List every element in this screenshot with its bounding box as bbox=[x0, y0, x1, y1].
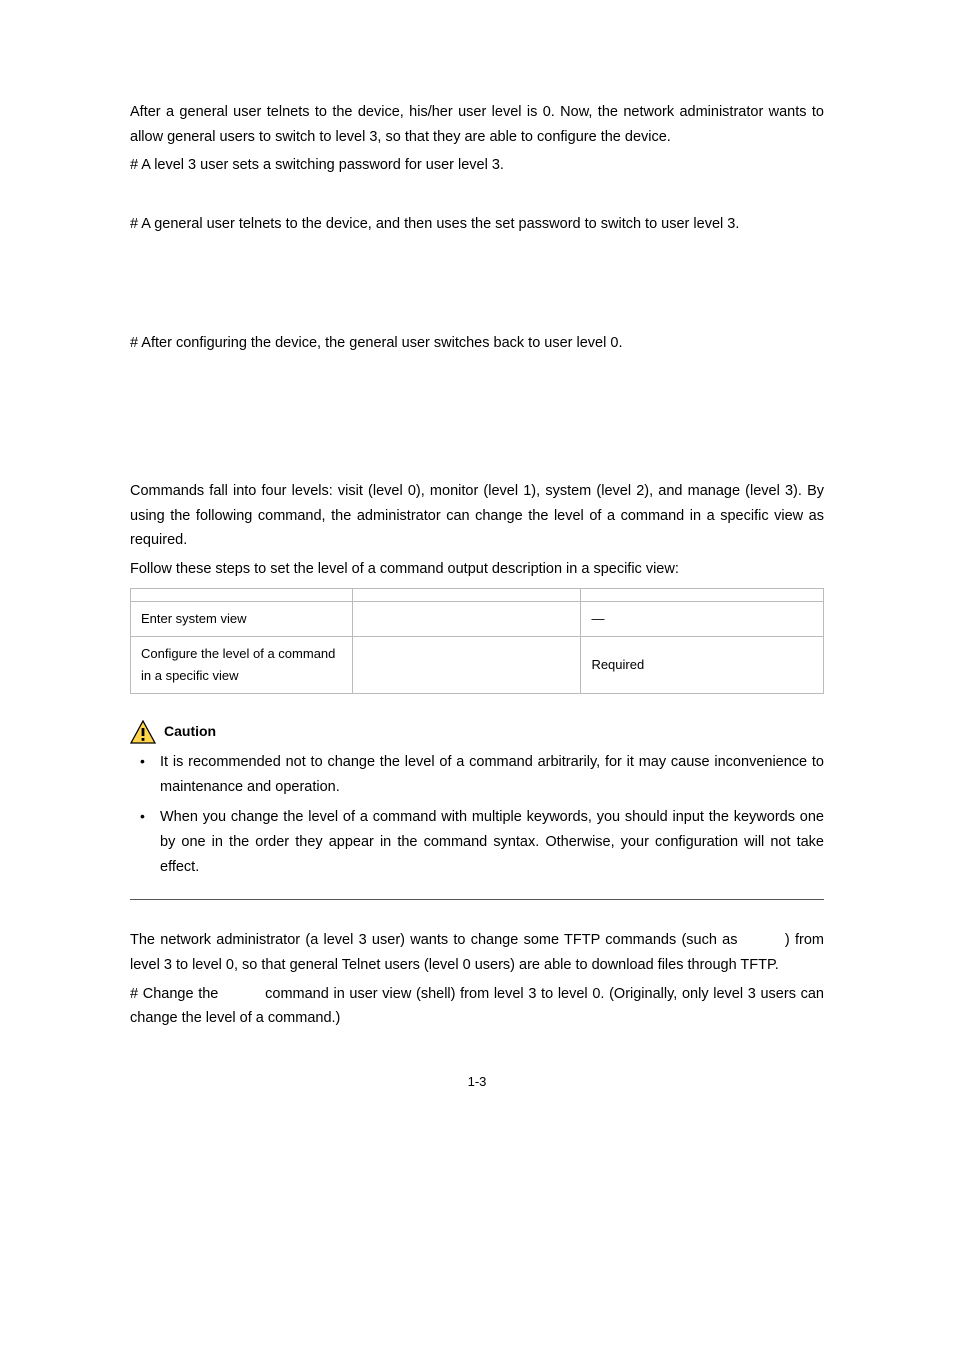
table-cell: Required bbox=[581, 636, 824, 693]
divider bbox=[130, 899, 824, 900]
text-fragment: # Change the bbox=[130, 986, 223, 1002]
text-fragment: The network administrator (a level 3 use… bbox=[130, 932, 743, 948]
table-cell bbox=[352, 601, 581, 636]
table-header-row bbox=[131, 588, 824, 601]
page-number: 1-3 bbox=[130, 1071, 824, 1093]
table-header-cell bbox=[581, 588, 824, 601]
caution-list: It is recommended not to change the leve… bbox=[130, 750, 824, 879]
body-paragraph: Follow these steps to set the level of a… bbox=[130, 557, 824, 582]
caution-icon bbox=[130, 720, 156, 744]
body-paragraph: The network administrator (a level 3 use… bbox=[130, 928, 824, 977]
body-paragraph: # Change the command in user view (shell… bbox=[130, 982, 824, 1031]
table-cell: Configure the level of a command in a sp… bbox=[131, 636, 353, 693]
table-cell: — bbox=[581, 601, 824, 636]
body-paragraph: # After configuring the device, the gene… bbox=[130, 331, 824, 356]
list-item: It is recommended not to change the leve… bbox=[130, 750, 824, 799]
caution-heading: Caution bbox=[130, 720, 824, 744]
table-row: Configure the level of a command in a sp… bbox=[131, 636, 824, 693]
body-paragraph: # A general user telnets to the device, … bbox=[130, 212, 824, 237]
table-cell bbox=[352, 636, 581, 693]
list-item: When you change the level of a command w… bbox=[130, 805, 824, 879]
body-paragraph: Commands fall into four levels: visit (l… bbox=[130, 479, 824, 553]
body-paragraph: After a general user telnets to the devi… bbox=[130, 100, 824, 149]
steps-table: Enter system view — Configure the level … bbox=[130, 588, 824, 694]
caution-label: Caution bbox=[164, 720, 216, 744]
body-paragraph: # A level 3 user sets a switching passwo… bbox=[130, 153, 824, 178]
table-cell: Enter system view bbox=[131, 601, 353, 636]
table-row: Enter system view — bbox=[131, 601, 824, 636]
table-header-cell bbox=[352, 588, 581, 601]
table-header-cell bbox=[131, 588, 353, 601]
